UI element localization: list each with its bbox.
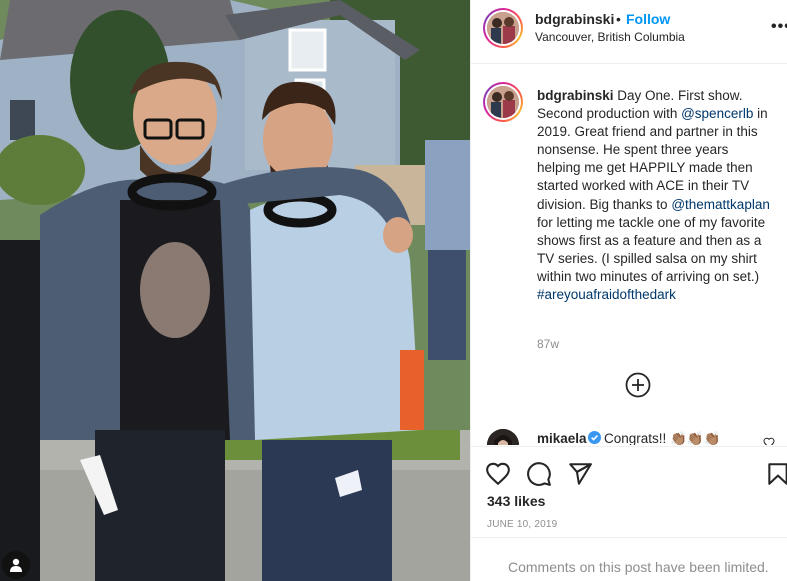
likes-count[interactable]: 343 likes	[487, 493, 545, 509]
mention-link-themattkaplan[interactable]: @themattkaplan	[671, 197, 770, 212]
caption-section: bdgrabinski Day One. First show. Second …	[471, 65, 787, 445]
heart-icon[interactable]	[485, 461, 511, 487]
caption-username[interactable]: bdgrabinski	[537, 88, 614, 103]
comments-limited-notice: Comments on this post have been limited.	[471, 537, 787, 581]
caption-part-3: for letting me tackle one of my favorite…	[537, 214, 766, 284]
post-panel: bdgrabinski • Follow Vancouver, British …	[470, 0, 787, 581]
tagged-user-icon[interactable]	[2, 551, 30, 579]
comment-text: Congrats!! 👏🏽👏🏽👏🏽	[604, 431, 721, 445]
caption-time-ago: 87w	[537, 337, 560, 351]
separator-dot: •	[616, 11, 621, 27]
caption-text: bdgrabinski Day One. First show. Second …	[537, 87, 771, 304]
hashtag-link[interactable]: #areyouafraidofthedark	[537, 287, 676, 302]
comment-icon[interactable]	[526, 461, 552, 487]
post-photo[interactable]	[0, 0, 470, 581]
post-header: bdgrabinski • Follow Vancouver, British …	[471, 0, 787, 64]
share-icon[interactable]	[567, 461, 593, 487]
mention-link-spencerlb[interactable]: @spencerlb	[681, 106, 753, 121]
author-avatar[interactable]	[483, 8, 523, 48]
photo-illustration	[0, 0, 470, 581]
caption-avatar[interactable]	[483, 82, 523, 122]
post-actions: 343 likes JUNE 10, 2019 Comments on this…	[471, 446, 787, 581]
more-horizontal-icon[interactable]: •••	[771, 18, 787, 36]
verified-icon	[588, 431, 601, 444]
post-location[interactable]: Vancouver, British Columbia	[535, 30, 685, 44]
follow-button[interactable]: Follow	[626, 11, 670, 27]
comment-like-heart-icon[interactable]	[763, 437, 775, 445]
commenter-username[interactable]: mikaela	[537, 431, 587, 445]
comment-item: mikaela Congrats!! 👏🏽👏🏽👏🏽	[471, 425, 787, 445]
author-username[interactable]: bdgrabinski	[535, 11, 614, 27]
post-date: JUNE 10, 2019	[487, 519, 558, 530]
commenter-avatar[interactable]	[487, 429, 519, 445]
bookmark-icon[interactable]	[765, 461, 787, 487]
add-comment-icon[interactable]	[625, 372, 651, 398]
